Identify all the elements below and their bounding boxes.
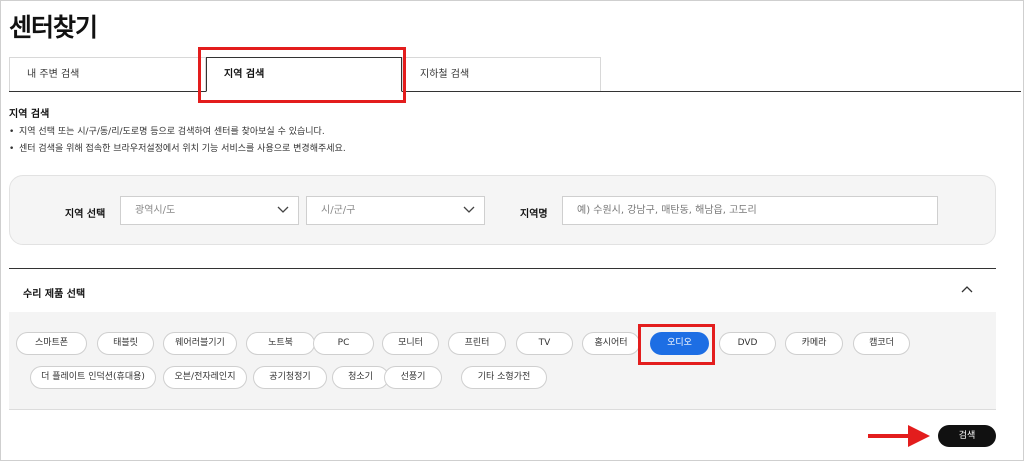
product-chip[interactable]: 프린터 — [448, 332, 506, 355]
product-chip[interactable]: 홈시어터 — [582, 332, 640, 355]
bullet: • — [9, 144, 15, 154]
product-chip[interactable]: 오븐/전자레인지 — [163, 366, 247, 389]
section-heading: 지역 검색 — [9, 109, 50, 120]
product-chip[interactable]: 캠코더 — [853, 332, 910, 355]
note-item: • 지역 선택 또는 시/구/동/리/도로명 등으로 검색하여 센터를 찾아보실 … — [9, 124, 346, 141]
page-title: 센터찾기 — [9, 13, 98, 42]
city-select-value: 시/군/구 — [321, 205, 356, 216]
region-select-label: 지역 선택 — [65, 209, 106, 220]
product-chip[interactable]: 선풍기 — [384, 366, 442, 389]
note-text: 센터 검색을 위해 접속한 브라우저설정에서 위치 기능 서비스를 사용으로 변… — [19, 144, 346, 154]
product-chip[interactable]: 더 플레이트 인덕션(휴대용) — [30, 366, 156, 389]
product-chip[interactable]: PC — [313, 332, 374, 355]
province-select[interactable]: 광역시/도 — [120, 196, 299, 225]
product-chip[interactable]: 웨어러블기기 — [163, 332, 237, 355]
section-divider — [9, 268, 996, 269]
product-chip[interactable]: TV — [516, 332, 573, 355]
note-text: 지역 선택 또는 시/구/동/리/도로명 등으로 검색하여 센터를 찾아보실 수… — [19, 127, 325, 137]
arrow-right-icon — [868, 425, 930, 447]
area-name-label: 지역명 — [520, 209, 548, 220]
annotation-highlight-audio — [638, 324, 715, 365]
tab-subway-search[interactable]: 지하철 검색 — [402, 57, 601, 91]
product-chip[interactable]: 모니터 — [382, 332, 439, 355]
note-item: • 센터 검색을 위해 접속한 브라우저설정에서 위치 기능 서비스를 사용으로 … — [9, 141, 346, 158]
city-select[interactable]: 시/군/구 — [306, 196, 485, 225]
product-chip[interactable]: 공기청정기 — [253, 366, 327, 389]
product-chip[interactable]: 카메라 — [785, 332, 843, 355]
search-notes: • 지역 선택 또는 시/구/동/리/도로명 등으로 검색하여 센터를 찾아보실 … — [9, 124, 346, 158]
product-chip[interactable]: 청소기 — [332, 366, 389, 389]
search-tabs: 내 주변 검색 지역 검색 지하철 검색 — [9, 57, 1021, 92]
tab-nearby-search[interactable]: 내 주변 검색 — [9, 57, 206, 91]
product-chip[interactable]: 기타 소형가전 — [461, 366, 547, 389]
chevron-down-icon — [277, 206, 289, 213]
product-section-heading: 수리 제품 선택 — [23, 289, 86, 300]
annotation-highlight-tab — [198, 47, 406, 103]
product-chip[interactable]: 스마트폰 — [16, 332, 87, 355]
area-name-input[interactable] — [562, 196, 938, 225]
chevron-down-icon — [463, 206, 475, 213]
tabs-baseline — [9, 91, 1021, 92]
product-chip[interactable]: 노트북 — [246, 332, 315, 355]
chevron-up-icon[interactable] — [960, 284, 974, 294]
product-chip-area — [9, 312, 996, 410]
product-chip[interactable]: DVD — [719, 332, 776, 355]
search-button[interactable]: 검색 — [938, 425, 996, 447]
province-select-value: 광역시/도 — [135, 205, 176, 216]
bullet: • — [9, 127, 15, 137]
product-chip[interactable]: 태블릿 — [97, 332, 154, 355]
